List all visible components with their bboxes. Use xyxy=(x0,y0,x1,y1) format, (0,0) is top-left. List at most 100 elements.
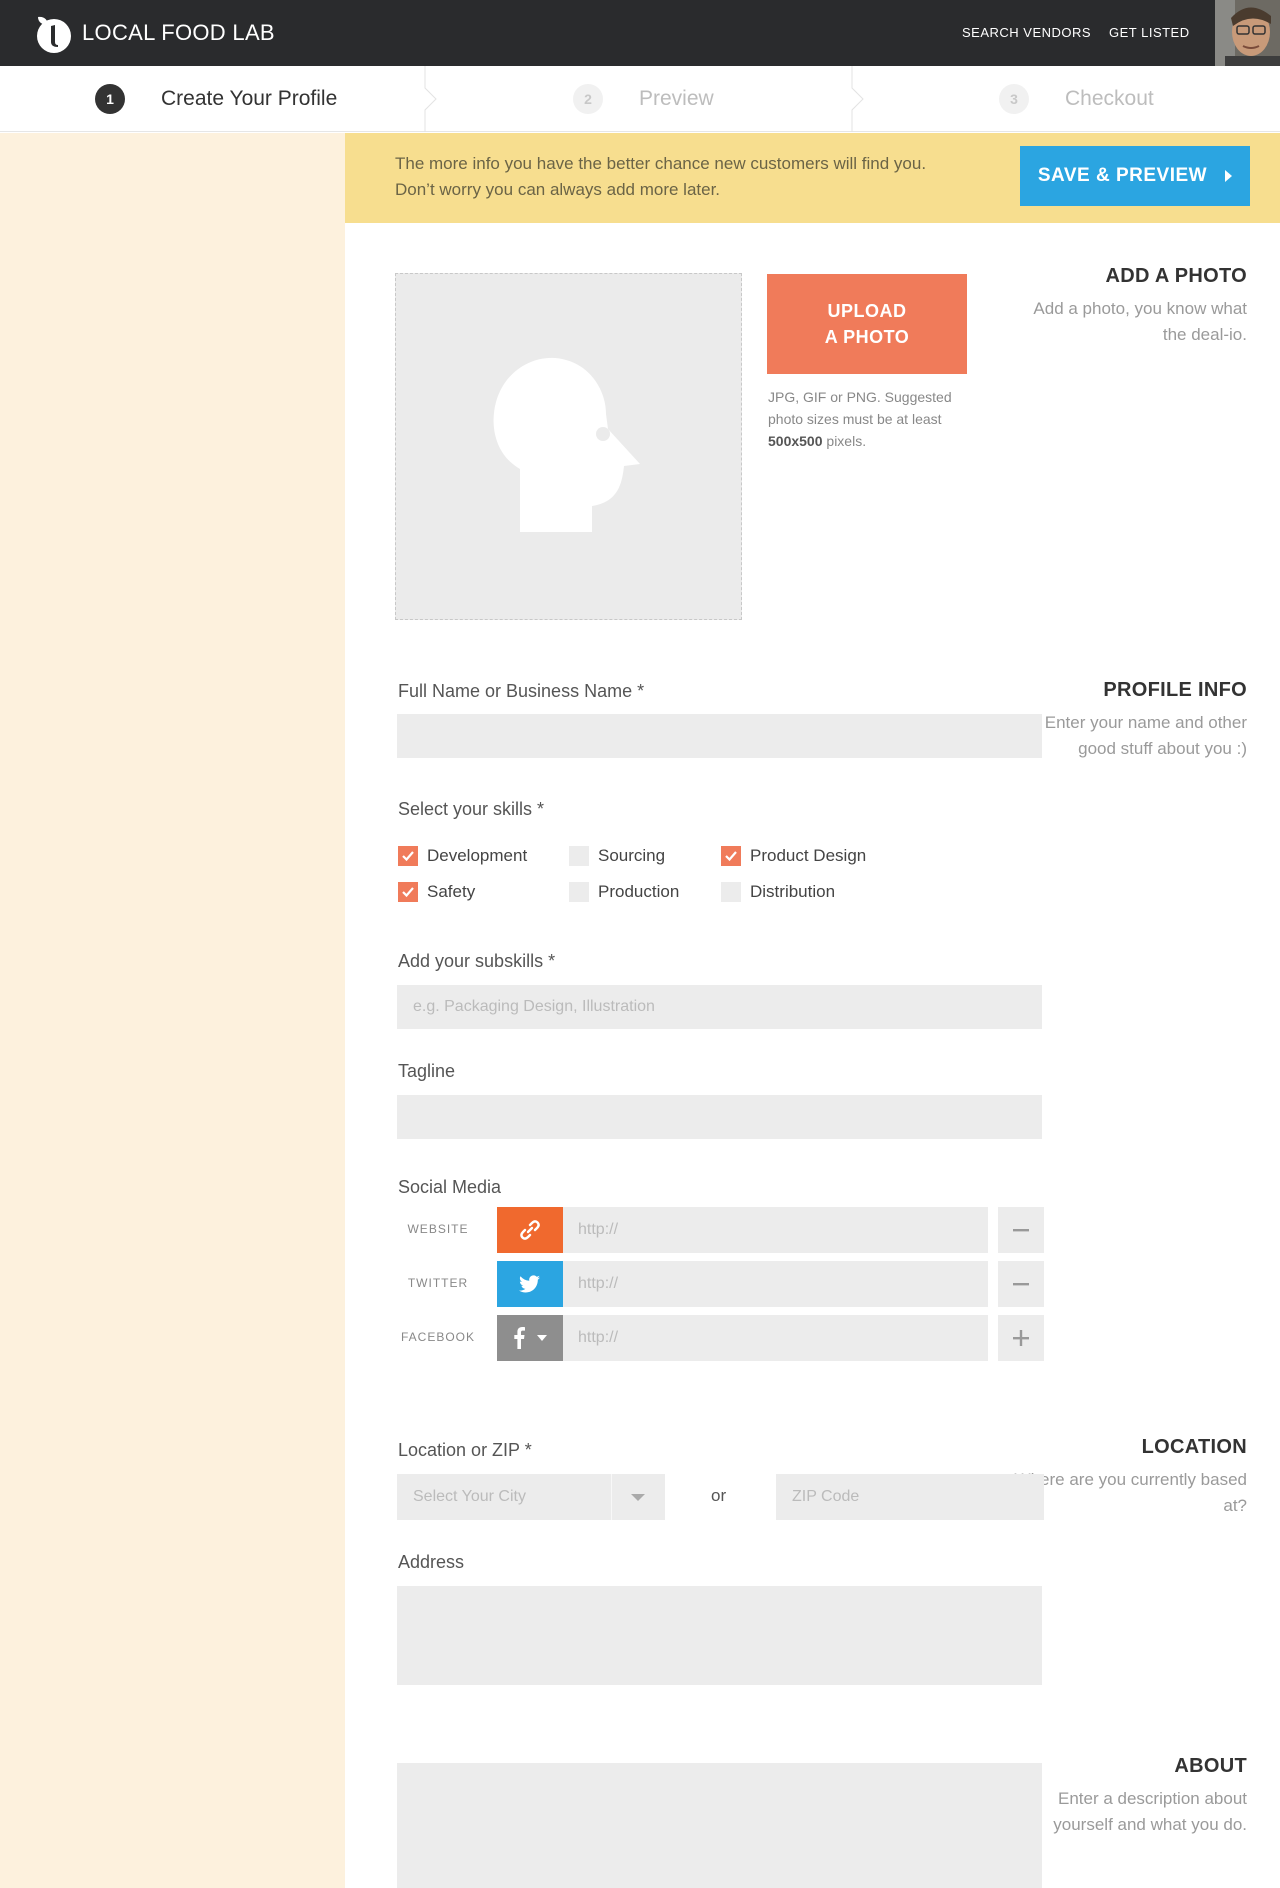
subskills-label: Add your subskills * xyxy=(398,951,556,971)
minus-icon xyxy=(1013,1283,1029,1286)
progress-steps: 1 Create Your Profile 2 Preview 3 Checko… xyxy=(0,66,1280,132)
chevron-down-icon xyxy=(631,1494,645,1501)
skill-label: Development xyxy=(427,846,528,865)
caret-down-icon xyxy=(537,1335,547,1341)
social-name: WEBSITE xyxy=(407,1222,469,1236)
section-title: ADD A PHOTO xyxy=(1105,265,1247,287)
caret-right-icon xyxy=(1225,170,1233,182)
step-create-profile[interactable]: 1 Create Your Profile xyxy=(95,66,337,132)
skill-label: Product Design xyxy=(750,846,867,865)
social-row-website: WEBSITE xyxy=(398,1207,1044,1253)
checkbox-unchecked[interactable] xyxy=(721,882,741,902)
skill-production[interactable]: Production xyxy=(569,882,679,902)
step-preview[interactable]: 2 Preview xyxy=(573,66,714,132)
subskills-input[interactable] xyxy=(397,985,1042,1029)
skill-distribution[interactable]: Distribution xyxy=(721,882,835,902)
website-url-input[interactable] xyxy=(563,1207,988,1253)
section-title: LOCATION xyxy=(1141,1436,1247,1458)
skill-development[interactable]: Development xyxy=(398,846,527,866)
zip-input[interactable] xyxy=(776,1474,1044,1520)
upload-label-line: A PHOTO xyxy=(824,327,910,347)
info-banner: The more info you have the better chance… xyxy=(345,133,1280,223)
social-row-facebook: FACEBOOK xyxy=(398,1315,1044,1361)
logo-icon xyxy=(30,12,72,54)
city-select-value: Select Your City xyxy=(413,1488,526,1505)
about-textarea[interactable] xyxy=(397,1763,1042,1888)
upload-note-text: pixels. xyxy=(822,433,867,449)
address-label: Address xyxy=(398,1552,465,1572)
checkbox-unchecked[interactable] xyxy=(569,882,589,902)
facebook-dropdown[interactable] xyxy=(497,1315,563,1361)
section-title: PROFILE INFO xyxy=(1103,679,1247,701)
skill-label: Production xyxy=(598,882,680,901)
twitter-url-input[interactable] xyxy=(563,1261,988,1307)
checkbox-checked[interactable] xyxy=(398,882,418,902)
remove-website-button[interactable] xyxy=(998,1207,1044,1253)
add-social-button[interactable] xyxy=(998,1315,1044,1361)
name-label: Full Name or Business Name * xyxy=(398,681,645,701)
nav-search-vendors[interactable]: SEARCH VENDORS xyxy=(962,25,1091,40)
section-desc: Add a photo, you know what the deal-io. xyxy=(1033,299,1247,344)
banner-text: The more info you have the better chance… xyxy=(395,151,955,203)
skill-label: Safety xyxy=(427,882,476,901)
social-media-label: Social Media xyxy=(398,1177,502,1197)
skill-label: Distribution xyxy=(750,882,836,901)
facebook-icon xyxy=(514,1327,525,1349)
section-desc: Enter your name and other good stuff abo… xyxy=(1044,713,1247,758)
social-name: TWITTER xyxy=(407,1276,469,1290)
upload-photo-button[interactable]: UPLOAD A PHOTO xyxy=(767,274,967,374)
skill-label: Sourcing xyxy=(598,846,666,865)
divider xyxy=(611,1474,612,1520)
tagline-label: Tagline xyxy=(398,1061,456,1081)
facebook-url-input[interactable] xyxy=(563,1315,988,1361)
section-desc: Enter a description about yourself and w… xyxy=(1053,1789,1247,1834)
social-name: FACEBOOK xyxy=(400,1330,476,1344)
upload-label-line: UPLOAD xyxy=(827,301,907,321)
social-row-twitter: TWITTER xyxy=(398,1261,1044,1307)
checkbox-checked[interactable] xyxy=(398,846,418,866)
top-bar: LOCAL FOOD LAB SEARCH VENDORS GET LISTED xyxy=(0,0,1280,66)
location-label: Location or ZIP * xyxy=(398,1440,532,1460)
brand-name: LOCAL FOOD LAB xyxy=(82,20,275,45)
step-number: 3 xyxy=(999,84,1029,114)
banner-line: Don’t worry you can always add more late… xyxy=(395,180,721,199)
photo-dropzone[interactable] xyxy=(395,273,742,620)
twitter-icon[interactable] xyxy=(497,1261,563,1307)
profile-placeholder-icon xyxy=(493,357,640,532)
banner-line: The more info you have the better chance… xyxy=(395,154,927,173)
step-label: Preview xyxy=(639,87,714,110)
step-number: 2 xyxy=(573,84,603,114)
upload-note-size: 500x500 xyxy=(768,433,823,449)
sidebar xyxy=(0,133,345,1888)
link-icon[interactable] xyxy=(497,1207,563,1253)
skills-label: Select your skills * xyxy=(398,799,545,819)
skill-product-design[interactable]: Product Design xyxy=(721,846,866,866)
city-select[interactable]: Select Your City xyxy=(397,1474,665,1520)
address-textarea[interactable] xyxy=(397,1586,1042,1685)
skill-safety[interactable]: Safety xyxy=(398,882,475,902)
chevron-right-icon xyxy=(424,66,437,132)
checkbox-unchecked[interactable] xyxy=(569,846,589,866)
section-head-photo: ADD A PHOTO Add a photo, you know what t… xyxy=(967,265,1247,348)
skill-sourcing[interactable]: Sourcing xyxy=(569,846,665,866)
remove-twitter-button[interactable] xyxy=(998,1261,1044,1307)
logo[interactable]: LOCAL FOOD LAB xyxy=(30,12,275,54)
checkbox-checked[interactable] xyxy=(721,846,741,866)
step-label: Checkout xyxy=(1065,87,1154,110)
or-separator: or xyxy=(711,1486,727,1505)
name-input[interactable] xyxy=(397,714,1042,758)
step-checkout[interactable]: 3 Checkout xyxy=(999,66,1154,132)
save-preview-label: SAVE & PREVIEW xyxy=(1037,165,1208,186)
nav-get-listed[interactable]: GET LISTED xyxy=(1109,25,1190,40)
skills-checkbox-group: Development Sourcing Product Design Safe… xyxy=(398,844,998,924)
upload-note-text: JPG, GIF or PNG. Suggested photo sizes m… xyxy=(768,389,952,427)
avatar[interactable] xyxy=(1215,0,1280,66)
save-preview-button[interactable]: SAVE & PREVIEW xyxy=(1020,146,1250,206)
minus-icon xyxy=(1013,1229,1029,1232)
step-number: 1 xyxy=(95,84,125,114)
tagline-input[interactable] xyxy=(397,1095,1042,1139)
step-label: Create Your Profile xyxy=(161,87,338,110)
chevron-right-icon xyxy=(851,66,864,132)
upload-note: JPG, GIF or PNG. Suggested photo sizes m… xyxy=(768,386,968,452)
plus-icon xyxy=(1013,1330,1029,1346)
